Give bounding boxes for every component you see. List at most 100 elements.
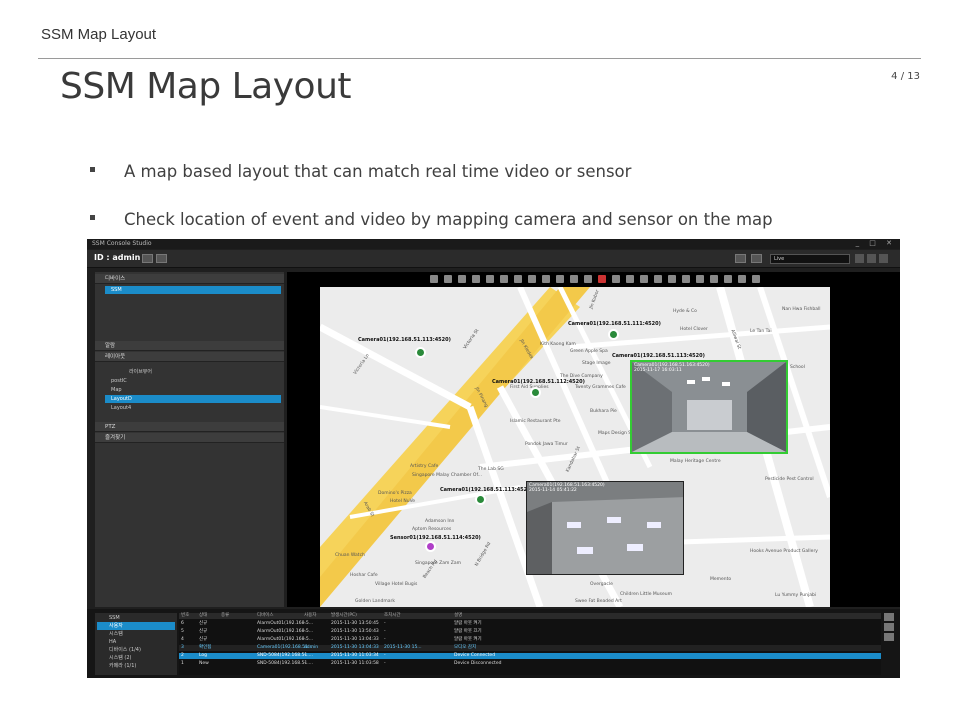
layout-item-selected[interactable]: LayoutD bbox=[105, 395, 281, 403]
device-tree-root[interactable]: SSM bbox=[105, 286, 281, 294]
toolbar-icon[interactable] bbox=[458, 275, 466, 283]
list-icon[interactable] bbox=[751, 254, 762, 263]
toolbar-icon[interactable] bbox=[612, 275, 620, 283]
toolbar-icon[interactable] bbox=[556, 275, 564, 283]
table-cell: - bbox=[384, 621, 386, 626]
toolbar-icon[interactable] bbox=[542, 275, 550, 283]
favorites-section-header[interactable]: 즐겨찾기 bbox=[95, 433, 284, 443]
slide: SSM Map Layout SSM Map Layout 4 / 13 A m… bbox=[0, 0, 960, 720]
camera-marker-icon[interactable] bbox=[415, 347, 426, 358]
toolbar-icon[interactable] bbox=[654, 275, 662, 283]
panel-icon[interactable] bbox=[884, 633, 894, 641]
table-cell: - bbox=[304, 637, 306, 642]
toolbar-icon[interactable] bbox=[514, 275, 522, 283]
map-canvas[interactable]: Victoria St Jln Kledek Jln Pinang Kandah… bbox=[320, 287, 830, 607]
table-row[interactable]: 1 New SND-5084(192.168.51.... -2015-11-30 1… bbox=[179, 661, 881, 667]
devices-section-header[interactable]: 디바이스 bbox=[95, 274, 284, 284]
event-tree-item[interactable]: 시스템 bbox=[97, 630, 175, 638]
place-label: Bukhara Pie bbox=[590, 409, 617, 414]
place-label: Hotel Clover bbox=[680, 327, 708, 332]
table-row[interactable]: 6 신규 AlarmOut01(192.168.5... -2015-11-30 13… bbox=[179, 621, 881, 627]
bullet-text: Check location of event and video by map… bbox=[124, 210, 773, 229]
camera-marker-icon[interactable] bbox=[475, 494, 486, 505]
place-label: Singapore Zam Zam bbox=[415, 561, 462, 566]
ptz-section-header[interactable]: PTZ bbox=[95, 422, 284, 432]
toolbar-icon[interactable] bbox=[472, 275, 480, 283]
table-cell: Log bbox=[199, 653, 208, 658]
column-header[interactable]: 종류 bbox=[221, 613, 229, 619]
event-tree: SSM 사용자 시스템 HA 디바이스 (1/4) 시스템 (2) 카메라 (1… bbox=[95, 613, 177, 675]
zoom-out-icon[interactable] bbox=[682, 275, 690, 283]
column-header[interactable]: 조치시간 bbox=[384, 613, 401, 619]
panel-icon[interactable] bbox=[884, 623, 894, 631]
toolbar-icon[interactable] bbox=[738, 275, 746, 283]
help-icon[interactable] bbox=[879, 254, 888, 263]
sensor-marker-icon[interactable] bbox=[425, 541, 436, 552]
record-icon[interactable] bbox=[598, 275, 606, 283]
camera-label: Camera01(192.168.51.113:4520) bbox=[440, 487, 533, 493]
event-panel: SSM 사용자 시스템 HA 디바이스 (1/4) 시스템 (2) 카메라 (1… bbox=[87, 609, 900, 678]
sensor-label: Sensor01(192.168.51.114:4520) bbox=[390, 535, 481, 541]
video-popup[interactable]: Camera01(192.168.51.163:4520) 2015-11-14… bbox=[526, 481, 684, 575]
grid-icon[interactable] bbox=[735, 254, 746, 263]
place-label: Pesticide Pest Control bbox=[765, 477, 814, 482]
gear-icon[interactable] bbox=[867, 254, 876, 263]
column-header[interactable]: 사용자 bbox=[304, 613, 316, 619]
column-header[interactable]: 설명 bbox=[454, 613, 462, 619]
screen-icon[interactable] bbox=[142, 254, 153, 263]
event-tree-item[interactable]: 사용자 bbox=[97, 622, 175, 630]
corridor-video-frame bbox=[632, 362, 786, 452]
table-cell: 신규 bbox=[199, 629, 208, 634]
video-popup[interactable]: Camera01(192.168.51.163:4520) 2015-11-17… bbox=[630, 360, 788, 454]
toolbar-icon[interactable] bbox=[710, 275, 718, 283]
place-label: Islamic Restaurant Pte bbox=[510, 419, 561, 424]
table-row[interactable]: 5 신규 AlarmOut01(192.168.5... -2015-11-30 13… bbox=[179, 629, 881, 635]
event-tree-item[interactable]: 카메라 (1/1) bbox=[97, 662, 175, 670]
event-tree-item[interactable]: HA bbox=[97, 638, 175, 646]
layout-item[interactable]: postIC bbox=[105, 377, 281, 385]
toolbar-icon[interactable] bbox=[752, 275, 760, 283]
toolbar-icon[interactable] bbox=[570, 275, 578, 283]
column-header[interactable]: 번호 bbox=[181, 613, 189, 619]
event-table: 번호 상태 종류 디바이스 사용자 발생시간(PC) 조치시간 설명 6 신규 Al… bbox=[179, 613, 881, 675]
event-tree-item[interactable]: 시스템 (2) bbox=[97, 654, 175, 662]
column-header[interactable]: 상태 bbox=[199, 613, 207, 619]
column-header[interactable]: 발생시간(PC) bbox=[331, 613, 357, 619]
place-label: First Aid Supplies bbox=[510, 385, 549, 390]
camera-marker-icon[interactable] bbox=[608, 329, 619, 340]
layout-section-header[interactable]: 레이아웃 bbox=[95, 352, 284, 362]
layout-item[interactable]: Map bbox=[105, 386, 281, 394]
table-cell: - bbox=[384, 653, 386, 658]
table-cell: 알람 아웃 끄기 bbox=[454, 629, 482, 634]
table-cell: 5 bbox=[181, 629, 184, 634]
toolbar-icon[interactable] bbox=[430, 275, 438, 283]
toolbar-icon[interactable] bbox=[584, 275, 592, 283]
camera-marker-icon[interactable] bbox=[530, 387, 541, 398]
toolbar-icon[interactable] bbox=[444, 275, 452, 283]
lock-icon[interactable] bbox=[156, 254, 167, 263]
toolbar-icon[interactable] bbox=[724, 275, 732, 283]
page-number: 4 / 13 bbox=[891, 71, 920, 82]
slide-header: SSM Map Layout bbox=[41, 26, 157, 43]
zoom-fit-icon[interactable] bbox=[696, 275, 704, 283]
alarm-section-header[interactable]: 알람 bbox=[95, 341, 284, 351]
toolbar-icon[interactable] bbox=[640, 275, 648, 283]
live-select[interactable]: Live bbox=[770, 254, 850, 264]
table-row[interactable]: 4 신규 AlarmOut01(192.168.5... -2015-11-30 13… bbox=[179, 637, 881, 643]
table-row[interactable]: 3 확인됨 Camera01(192.168.51... admin 2015-11-3… bbox=[179, 645, 881, 651]
zoom-in-icon[interactable] bbox=[668, 275, 676, 283]
place-label: Children Little Museum bbox=[620, 592, 672, 597]
toolbar-icon[interactable] bbox=[626, 275, 634, 283]
event-tree-item[interactable]: SSM bbox=[97, 614, 175, 622]
event-tree-item[interactable]: 디바이스 (1/4) bbox=[97, 646, 175, 654]
layout-navigator[interactable]: 라이브뷰어 bbox=[105, 368, 281, 376]
save-icon[interactable] bbox=[855, 254, 864, 263]
panel-icon[interactable] bbox=[884, 613, 894, 621]
column-header[interactable]: 디바이스 bbox=[257, 613, 274, 619]
layout-item[interactable]: Layout4 bbox=[105, 404, 281, 412]
window-controls[interactable]: _ □ ✕ bbox=[856, 239, 896, 247]
table-row[interactable]: 2 Log SND-5084(192.168.51.... -2015-11-30 1… bbox=[179, 653, 881, 659]
toolbar-icon[interactable] bbox=[486, 275, 494, 283]
toolbar-icon[interactable] bbox=[500, 275, 508, 283]
toolbar-icon[interactable] bbox=[528, 275, 536, 283]
